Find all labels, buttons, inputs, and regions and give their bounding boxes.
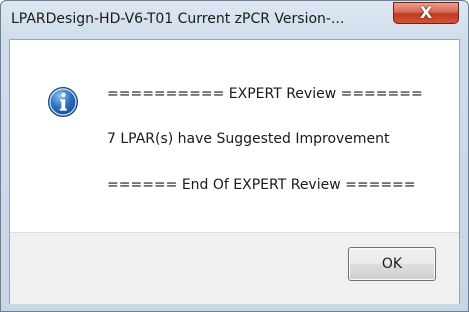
message-body: 7 LPAR(s) have Suggested Improvement — [107, 131, 390, 147]
info-icon — [48, 87, 78, 117]
title-bar[interactable]: LPARDesign-HD-V6-T01 Current zPCR Versio… — [1, 1, 468, 39]
close-icon: X — [419, 3, 433, 22]
window-title: LPARDesign-HD-V6-T01 Current zPCR Versio… — [11, 11, 345, 27]
button-bar: OK — [10, 232, 459, 304]
dialog-window: LPARDesign-HD-V6-T01 Current zPCR Versio… — [0, 0, 469, 312]
message-header: ========== EXPERT Review ======= — [107, 86, 423, 102]
message-footer: ====== End Of EXPERT Review ====== — [107, 177, 416, 193]
dialog-body: ========== EXPERT Review ======= 7 LPAR(… — [9, 39, 460, 304]
close-button[interactable]: X — [393, 2, 459, 24]
ok-button[interactable]: OK — [348, 247, 436, 281]
